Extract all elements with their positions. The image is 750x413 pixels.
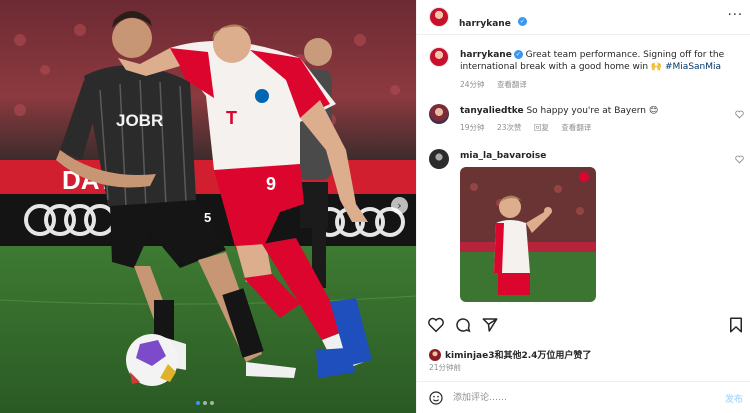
comment-media[interactable] <box>460 167 596 302</box>
chevron-right-icon[interactable]: › <box>391 197 408 214</box>
bayern-crest <box>579 172 589 182</box>
comment-reply[interactable]: 回复 <box>534 123 549 132</box>
sponsor-right: T <box>226 108 237 128</box>
comment-item: tanyaliedtke So happy you're at Bayern 😊 <box>460 105 720 117</box>
bookmark-icon[interactable] <box>727 316 745 334</box>
avatar[interactable] <box>429 149 449 169</box>
match-ball <box>126 334 178 386</box>
avatar[interactable] <box>429 104 449 124</box>
carousel-dots <box>196 401 214 405</box>
avatar <box>429 348 441 361</box>
bayern-crest <box>255 89 269 103</box>
more-icon[interactable]: ··· <box>728 8 743 23</box>
likes-summary[interactable]: kiminjae3和其他2.4万位用户赞了 <box>429 348 591 361</box>
caption: harrykane ✓ Great team performance. Signi… <box>460 49 742 73</box>
post-time: 21分钟前 <box>429 363 462 372</box>
comment-icon[interactable] <box>454 316 472 334</box>
caption-username[interactable]: harrykane <box>460 50 512 60</box>
caption-translate[interactable]: 查看翻译 <box>497 80 527 89</box>
heart-icon[interactable] <box>735 110 744 119</box>
comment-input[interactable] <box>453 390 693 406</box>
carousel-dot <box>210 401 214 405</box>
comment-text: So happy you're at Bayern 😊 <box>526 106 659 116</box>
shirt-number-right: 9 <box>266 174 276 194</box>
comment-time: 19分钟 <box>460 123 485 132</box>
carousel-dot <box>196 401 200 405</box>
caption-meta: 24分钟 查看翻译 <box>460 79 537 91</box>
author-username[interactable]: harrykane <box>459 19 511 29</box>
comment-meta: 19分钟 23次赞 回复 查看翻译 <box>460 122 601 134</box>
sponsor-left: JOBR <box>116 111 163 130</box>
carousel-dot <box>203 401 207 405</box>
avatar[interactable] <box>429 47 449 67</box>
comment-username[interactable]: mia_la_bavaroise <box>460 151 546 161</box>
post-header: harrykane ✓ ··· <box>417 0 750 35</box>
heart-icon[interactable] <box>735 155 744 164</box>
shirt-number-left: 5 <box>204 210 211 225</box>
verified-badge-icon: ✓ <box>513 50 523 59</box>
action-bar <box>417 316 750 340</box>
emoji-icon[interactable] <box>428 390 444 406</box>
comment-username[interactable]: tanyaliedtke <box>460 106 524 116</box>
comment-composer: 发布 <box>417 381 750 413</box>
likes-text: kiminjae3和其他2.4万位用户赞了 <box>445 351 592 361</box>
avatar[interactable] <box>429 7 449 27</box>
comment-item: mia_la_bavaroise <box>460 150 546 162</box>
share-icon[interactable] <box>481 316 499 334</box>
comment-translate[interactable]: 查看翻译 <box>561 123 591 132</box>
post-media[interactable]: DAY JOBR 5 T 9 › <box>0 0 416 413</box>
verified-badge-icon: ✓ <box>517 17 527 26</box>
post-comment-button[interactable]: 发布 <box>725 392 743 405</box>
caption-time: 24分钟 <box>460 80 485 89</box>
heart-icon[interactable] <box>427 316 445 334</box>
comment-likes[interactable]: 23次赞 <box>497 123 522 132</box>
caption-hashtag[interactable]: #MiaSanMia <box>665 62 721 72</box>
